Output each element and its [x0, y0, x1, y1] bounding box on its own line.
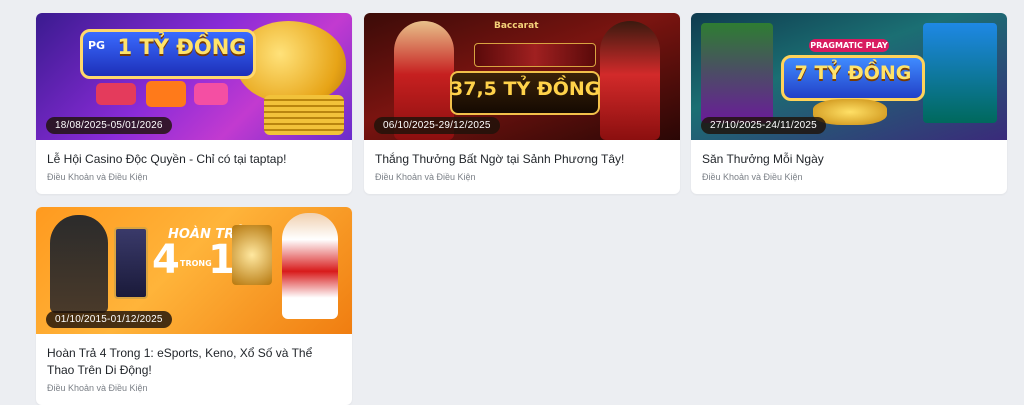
terms-link[interactable]: Điều Khoản và Điều Kiện — [702, 171, 996, 183]
promo-banner-image[interactable]: PG 1 TỶ ĐỒNG 18/08/2025-05/01/2026 — [36, 13, 352, 140]
slot-machine — [114, 227, 148, 299]
game-tile-right — [923, 23, 997, 123]
promo-title: Săn Thưởng Mỗi Ngày — [702, 152, 824, 166]
roulette-tile — [232, 225, 272, 285]
banner-headline: 37,5 TỶ ĐỒNG — [450, 78, 601, 100]
baccarat-table-logos — [474, 43, 596, 67]
game-tile-left — [701, 23, 773, 123]
promo-banner-image[interactable]: HOÀN TRẢ 4 TRONG 1 01/10/2015-01/12/2025 — [36, 207, 352, 334]
game-logo-2 — [146, 81, 186, 107]
dealer-right — [600, 21, 660, 140]
promo-date-range: 18/08/2025-05/01/2026 — [46, 117, 172, 134]
terms-link[interactable]: Điều Khoản và Điều Kiện — [47, 382, 341, 394]
promo-title: Hoàn Trả 4 Trong 1: eSports, Keno, Xổ Số… — [47, 346, 313, 377]
baccarat-logo: Baccarat — [494, 21, 539, 31]
promo-card-daily-hunt[interactable]: PRAGMATIC PLAY 7 TỶ ĐỒNG 27/10/2025-24/1… — [691, 13, 1007, 194]
footballer-figure — [282, 213, 338, 319]
gamer-figure — [50, 215, 108, 313]
promo-title: Lễ Hội Casino Độc Quyền - Chỉ có tại tap… — [47, 152, 287, 166]
game-logo-3 — [194, 83, 228, 105]
pragmatic-play-logo: PRAGMATIC PLAY — [809, 39, 889, 52]
promo-date-range: 01/10/2015-01/12/2025 — [46, 311, 172, 328]
promo-title: Thắng Thưởng Bất Ngờ tại Sảnh Phương Tây… — [375, 152, 625, 166]
banner-headline: 1 TỶ ĐỒNG — [117, 35, 247, 59]
banner-headline: 7 TỶ ĐỒNG — [794, 62, 912, 84]
terms-link[interactable]: Điều Khoản và Điều Kiện — [375, 171, 669, 183]
banner-word-trong: TRONG — [180, 259, 212, 268]
promo-date-range: 06/10/2025-29/12/2025 — [374, 117, 500, 134]
banner-number-4: 4 — [152, 237, 180, 283]
coin-stack — [264, 95, 344, 135]
promo-card-rebate-4in1[interactable]: HOÀN TRẢ 4 TRONG 1 01/10/2015-01/12/2025… — [36, 207, 352, 405]
game-logo-1 — [96, 83, 136, 105]
promo-card-western-lobby[interactable]: Baccarat 37,5 TỶ ĐỒNG 06/10/2025-29/12/2… — [364, 13, 680, 194]
promo-banner-image[interactable]: Baccarat 37,5 TỶ ĐỒNG 06/10/2025-29/12/2… — [364, 13, 680, 140]
promo-banner-image[interactable]: PRAGMATIC PLAY 7 TỶ ĐỒNG 27/10/2025-24/1… — [691, 13, 1007, 140]
promo-date-range: 27/10/2025-24/11/2025 — [701, 117, 826, 134]
terms-link[interactable]: Điều Khoản và Điều Kiện — [47, 171, 341, 183]
promo-card-casino-festival[interactable]: PG 1 TỶ ĐỒNG 18/08/2025-05/01/2026 Lễ Hộ… — [36, 13, 352, 194]
pg-logo: PG — [88, 39, 106, 52]
